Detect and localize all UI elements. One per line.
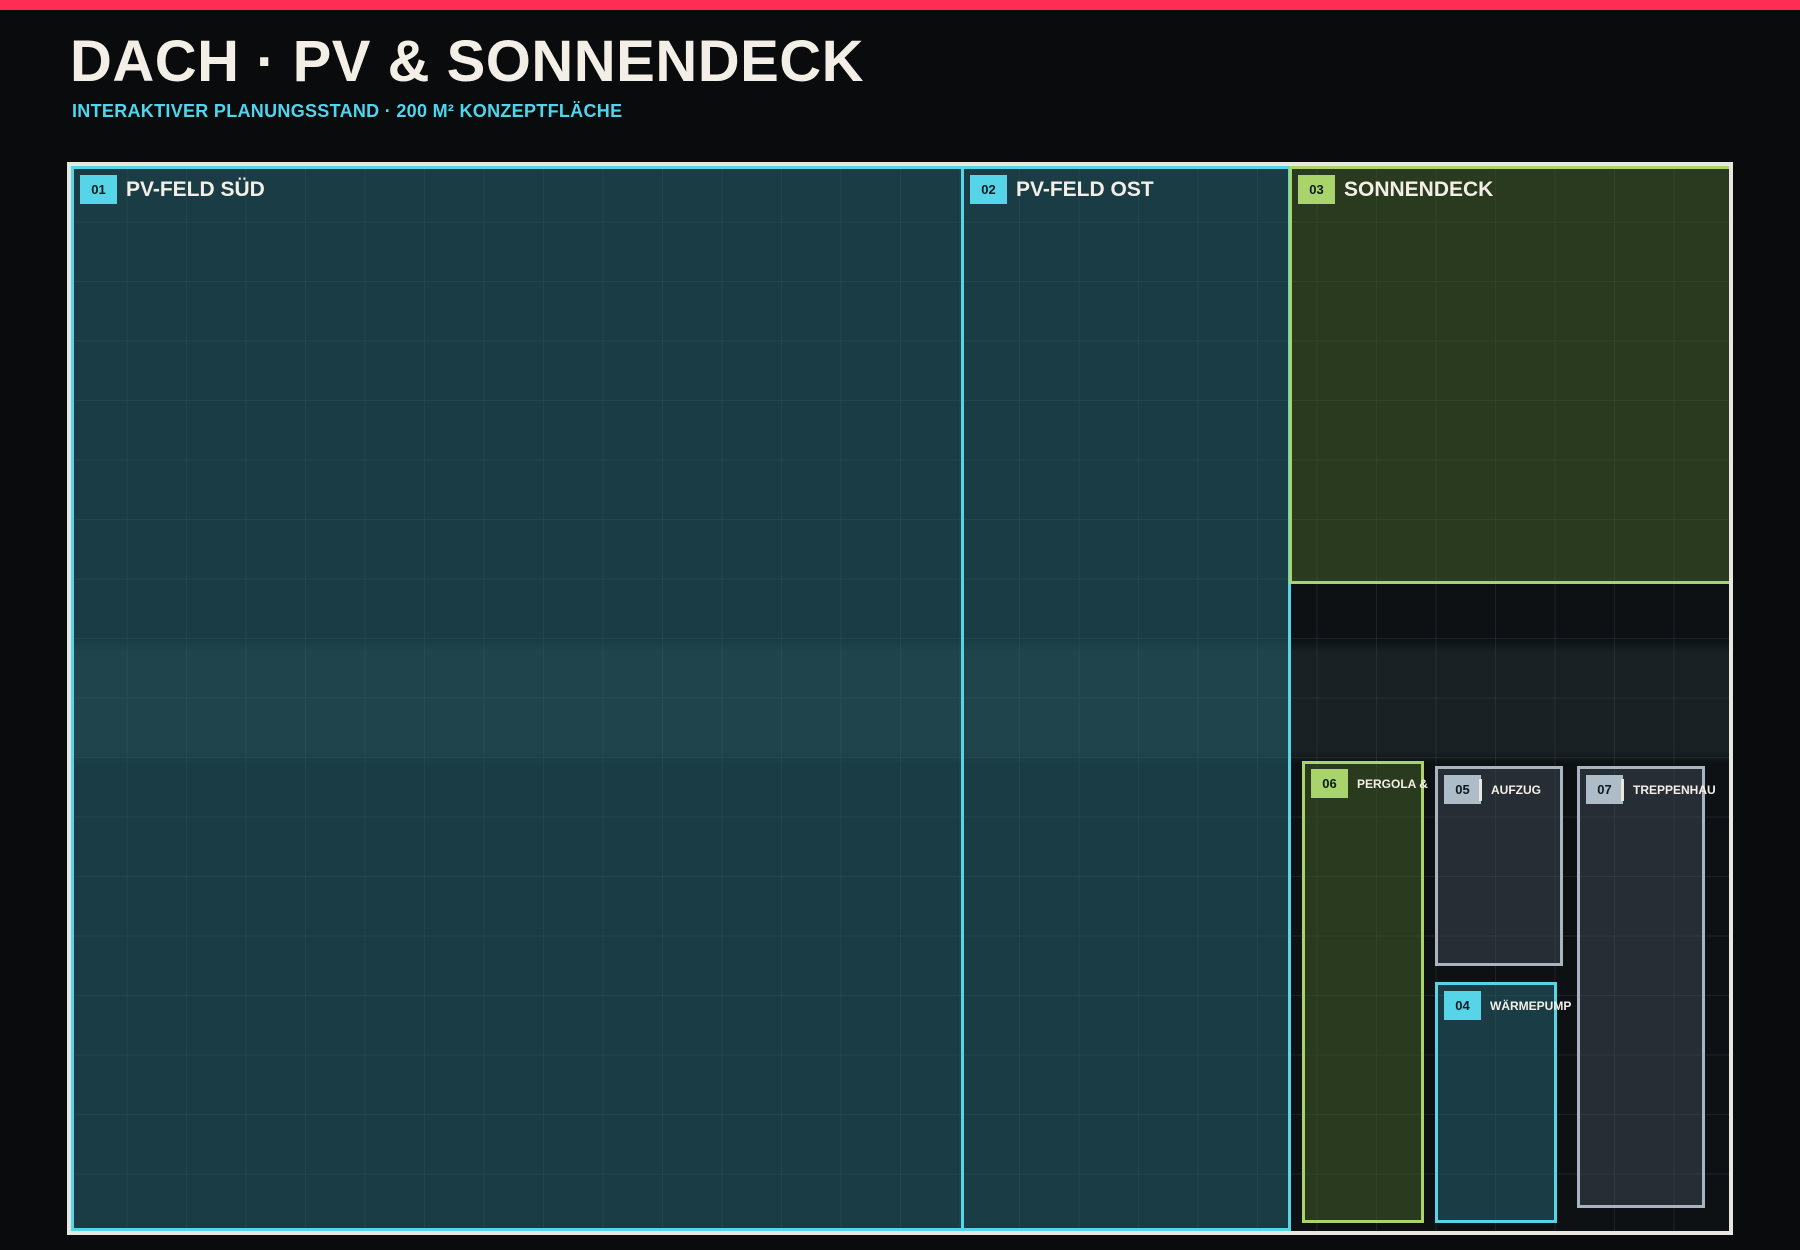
page-title: DACH · PV & SONNENDECK: [70, 29, 865, 94]
zone-header: 07 TREPPENHAU: [1586, 775, 1716, 804]
zone-label: PV-FELD SÜD: [126, 177, 265, 201]
zone-sonnendeck[interactable]: 03 SONNENDECK: [1289, 166, 1729, 584]
zone-number: 02: [970, 175, 1007, 204]
zone-label: SONNENDECK: [1344, 177, 1494, 201]
zone-header: 03 SONNENDECK: [1298, 175, 1493, 204]
zone-label: TREPPENHAU: [1633, 782, 1716, 797]
zone-label: AUFZUG: [1491, 782, 1541, 797]
zone-pv-feld-ost[interactable]: 02 PV-FELD OST: [961, 166, 1291, 1231]
zone-waermepumpe[interactable]: 04 WÄRMEPUMP: [1435, 982, 1571, 1223]
zone-label: PERGOLA &: [1357, 776, 1428, 791]
zone-number: 05: [1444, 775, 1481, 804]
page-subtitle: INTERAKTIVER PLANUNGSSTAND · 200 M² KONZ…: [72, 101, 623, 121]
zone-header: 04 WÄRMEPUMP: [1444, 991, 1571, 1020]
zone-number: 01: [80, 175, 117, 204]
zone-treppenhaus[interactable]: 07 TREPPENHAU: [1577, 766, 1716, 1208]
zone-pergola[interactable]: 06 PERGOLA &: [1302, 761, 1428, 1223]
marker-tick: [1479, 778, 1482, 801]
zone-header: 02 PV-FELD OST: [970, 175, 1154, 204]
zone-header: 06 PERGOLA &: [1311, 769, 1428, 798]
zone-label: PV-FELD OST: [1016, 177, 1154, 201]
zone-number: 06: [1311, 769, 1348, 798]
zone-header: 05 AUFZUG: [1444, 775, 1541, 804]
zone-number: 04: [1444, 991, 1481, 1020]
zone-header: 01 PV-FELD SÜD: [80, 175, 265, 204]
roof-plan: 01 PV-FELD SÜD 02 PV-FELD OST 03 SONNEND…: [67, 162, 1733, 1235]
zone-pv-feld-sued[interactable]: 01 PV-FELD SÜD: [71, 166, 964, 1231]
marker-tick: [1621, 778, 1624, 801]
zone-number: 03: [1298, 175, 1335, 204]
accent-bar: [0, 0, 1800, 10]
zone-number: 07: [1586, 775, 1623, 804]
zone-label: WÄRMEPUMP: [1490, 998, 1572, 1013]
zone-aufzug[interactable]: 05 AUFZUG: [1435, 766, 1563, 966]
